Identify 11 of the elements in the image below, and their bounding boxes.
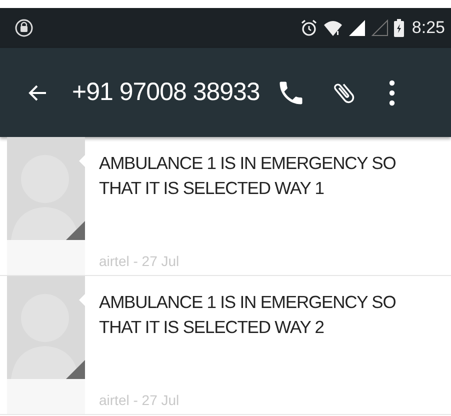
message-text: AMBULANCE 1 IS IN EMERGENCY SO THAT IT IS SELECTED WAY 1 [99,152,397,200]
signal-icon [370,19,389,37]
wifi-icon [322,19,343,37]
more-icon [388,80,396,106]
signal-icon [348,19,366,37]
contact-title: +91 97008 38933 [72,78,260,107]
message-text: AMBULANCE 1 IS IN EMERGENCY SO THAT IT IS SELECTED WAY 2 [99,291,397,339]
status-time: 8:25 [412,18,445,38]
back-arrow-icon [28,82,48,102]
alarm-icon [300,19,318,37]
battery-icon [394,19,404,37]
